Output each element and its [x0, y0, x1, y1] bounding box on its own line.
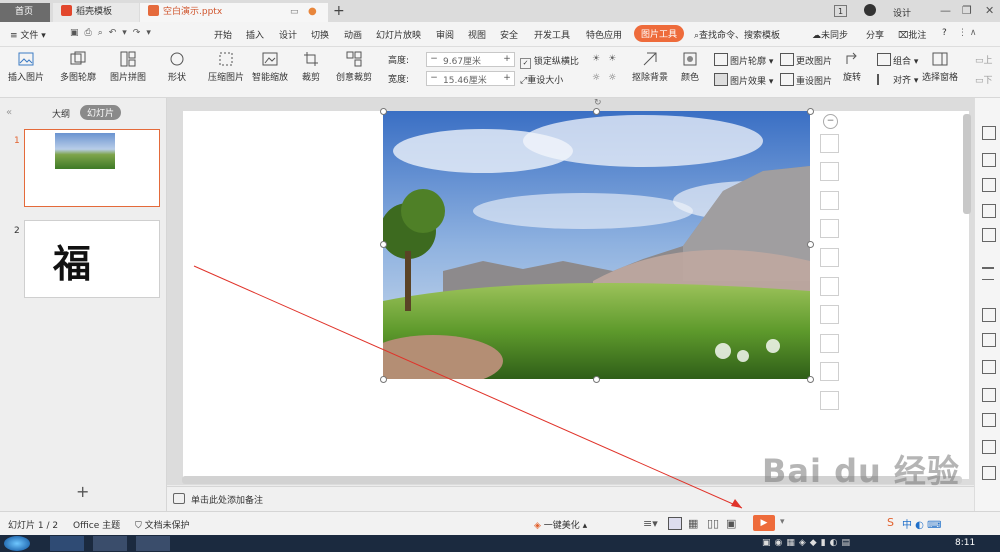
- normal-view-icon[interactable]: [668, 517, 682, 530]
- one-click-beautify[interactable]: ◈ 一键美化 ▴: [534, 518, 587, 531]
- taskbar-app-explorer-icon[interactable]: [93, 536, 127, 551]
- taskbar-app-browser-icon[interactable]: [50, 536, 84, 551]
- slide-counter: 幻灯片 1 / 2: [8, 521, 59, 531]
- taskbar-clock: 8:11: [955, 538, 976, 548]
- reading-view-icon[interactable]: ▯▯: [707, 517, 719, 530]
- status-bar: 幻灯片 1 / 2 Office 主题 ⛉ 文档未保护 ◈ 一键美化 ▴ ≡▾ …: [0, 511, 1000, 536]
- document-protection-label: 文档未保护: [144, 521, 190, 531]
- presenter-view-icon[interactable]: ▣: [726, 517, 736, 530]
- beautify-icon: ◈: [534, 521, 541, 531]
- document-protection[interactable]: ⛉ 文档未保护: [135, 518, 190, 531]
- input-method-icon[interactable]: S: [887, 516, 894, 529]
- notes-toggle-icon[interactable]: ≡▾: [643, 517, 658, 530]
- play-slideshow-button[interactable]: ▶: [753, 515, 775, 531]
- slide-sorter-icon[interactable]: ▦: [688, 517, 698, 530]
- slideshow-dropdown-icon[interactable]: ▾: [780, 517, 785, 527]
- baidu-jingyan-watermark: Bai du 经验: [762, 452, 960, 490]
- shield-icon: ⛉: [135, 521, 142, 531]
- windows-taskbar: ▣◉▦◈◆▮◐▤ 8:11: [0, 535, 1000, 552]
- system-tray-icons[interactable]: ▣◉▦◈◆▮◐▤: [762, 538, 854, 548]
- one-click-beautify-label: 一键美化: [543, 521, 580, 531]
- ime-status-icons[interactable]: 中 ◐ ⌨: [902, 516, 942, 531]
- taskbar-app-wps-icon[interactable]: [136, 536, 170, 551]
- windows-start-icon[interactable]: [4, 536, 30, 551]
- theme-name[interactable]: Office 主题: [73, 518, 120, 531]
